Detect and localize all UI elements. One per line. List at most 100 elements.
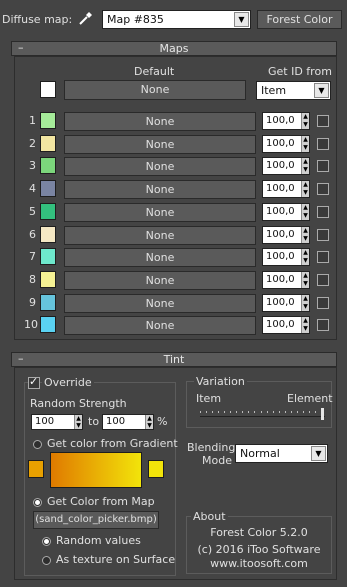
spinner-icon[interactable]: ▲ ▼ bbox=[301, 113, 309, 129]
eyedropper-icon[interactable] bbox=[77, 9, 95, 27]
map-row-button[interactable]: None bbox=[64, 157, 256, 176]
map-row-button[interactable]: None bbox=[64, 294, 256, 313]
spinner-icon[interactable]: ▲ ▼ bbox=[145, 415, 153, 429]
random-strength-label: Random Strength bbox=[30, 397, 127, 410]
gradient-radio[interactable] bbox=[33, 440, 42, 449]
get-id-dropdown[interactable]: Item ▼ bbox=[256, 81, 331, 100]
map-row-color-swatch[interactable] bbox=[40, 180, 56, 197]
map-row-color-swatch[interactable] bbox=[40, 157, 56, 174]
random-strength-from-value: 100 bbox=[35, 416, 55, 427]
map-row-button[interactable]: None bbox=[64, 180, 256, 199]
map-row-weight-spinner[interactable]: 100,0 ▲ ▼ bbox=[262, 294, 310, 312]
map-row-weight-spinner[interactable]: 100,0 ▲ ▼ bbox=[262, 203, 310, 221]
collapse-icon: – bbox=[18, 352, 24, 365]
map-row-weight-spinner[interactable]: 100,0 ▲ ▼ bbox=[262, 180, 310, 198]
map-row-button[interactable]: None bbox=[64, 271, 256, 290]
map-row-weight-spinner[interactable]: 100,0 ▲ ▼ bbox=[262, 157, 310, 175]
map-row-checkbox[interactable] bbox=[317, 319, 329, 331]
map-row-button[interactable]: None bbox=[64, 135, 256, 154]
map-row-weight-spinner[interactable]: 100,0 ▲ ▼ bbox=[262, 135, 310, 153]
gradient-preview[interactable] bbox=[50, 452, 142, 488]
map-row-color-swatch[interactable] bbox=[40, 226, 56, 243]
forest-color-button[interactable]: Forest Color bbox=[257, 10, 342, 29]
maps-rollout-header[interactable]: – Maps bbox=[11, 41, 337, 56]
collapse-icon: – bbox=[18, 41, 24, 54]
map-row-weight-value: 100,0 bbox=[266, 229, 295, 240]
slider-thumb[interactable] bbox=[321, 408, 324, 420]
map-row-color-swatch[interactable] bbox=[40, 316, 56, 333]
color-map-button[interactable]: (sand_color_picker.bmp) bbox=[33, 511, 159, 529]
map-row-button[interactable]: None bbox=[64, 112, 256, 131]
map-row-checkbox[interactable] bbox=[317, 206, 329, 218]
diffuse-map-dropdown[interactable]: Map #835 ▼ bbox=[102, 10, 251, 29]
spinner-icon[interactable]: ▲ ▼ bbox=[301, 227, 309, 243]
map-row-number: 10 bbox=[24, 318, 38, 331]
map-row-weight-spinner[interactable]: 100,0 ▲ ▼ bbox=[262, 271, 310, 289]
map-row-color-swatch[interactable] bbox=[40, 294, 56, 311]
spinner-icon[interactable]: ▲ ▼ bbox=[301, 158, 309, 174]
gradient-start-swatch[interactable] bbox=[28, 460, 44, 478]
gradient-end-swatch[interactable] bbox=[148, 460, 164, 478]
map-row-weight-value: 100,0 bbox=[266, 251, 295, 262]
spinner-icon[interactable]: ▲ ▼ bbox=[301, 317, 309, 333]
about-version: Forest Color 5.2.0 bbox=[210, 526, 308, 539]
spinner-icon[interactable]: ▲ ▼ bbox=[301, 204, 309, 220]
about-website[interactable]: www.itoosoft.com bbox=[186, 557, 332, 570]
maps-title: Maps bbox=[159, 42, 189, 55]
map-row-checkbox[interactable] bbox=[317, 115, 329, 127]
map-row-color-swatch[interactable] bbox=[40, 135, 56, 152]
override-label: Override bbox=[42, 376, 94, 389]
map-row-checkbox[interactable] bbox=[317, 183, 329, 195]
blending-mode-value: Normal bbox=[240, 447, 280, 460]
map-row-weight-spinner[interactable]: 100,0 ▲ ▼ bbox=[262, 226, 310, 244]
chevron-down-icon: ▼ bbox=[314, 83, 329, 98]
percent-label: % bbox=[157, 415, 168, 428]
map-row-checkbox[interactable] bbox=[317, 138, 329, 150]
chevron-down-icon: ▼ bbox=[311, 446, 326, 461]
get-id-from-label: Get ID from bbox=[268, 65, 332, 78]
spinner-icon[interactable]: ▲ ▼ bbox=[301, 272, 309, 288]
map-row-weight-spinner[interactable]: 100,0 ▲ ▼ bbox=[262, 248, 310, 266]
map-option-label: Get Color from Map bbox=[47, 495, 155, 508]
map-row-number: 9 bbox=[29, 296, 36, 309]
spinner-icon[interactable]: ▲ ▼ bbox=[301, 136, 309, 152]
map-row-button[interactable]: None bbox=[64, 248, 256, 267]
chevron-down-icon: ▼ bbox=[234, 12, 249, 27]
map-radio[interactable] bbox=[33, 498, 42, 507]
spinner-icon[interactable]: ▲ ▼ bbox=[301, 295, 309, 311]
spinner-icon[interactable]: ▲ ▼ bbox=[74, 415, 82, 429]
random-strength-to-input[interactable]: 100 ▲ ▼ bbox=[102, 414, 154, 430]
tint-rollout-header[interactable]: – Tint bbox=[11, 352, 337, 367]
map-row-checkbox[interactable] bbox=[317, 297, 329, 309]
map-row-checkbox[interactable] bbox=[317, 251, 329, 263]
map-row-number: 7 bbox=[29, 250, 36, 263]
map-row-weight-spinner[interactable]: 100,0 ▲ ▼ bbox=[262, 316, 310, 334]
map-row-color-swatch[interactable] bbox=[40, 203, 56, 220]
default-color-swatch[interactable] bbox=[40, 81, 56, 98]
tint-title: Tint bbox=[163, 353, 185, 366]
map-row-color-swatch[interactable] bbox=[40, 271, 56, 288]
random-strength-from-input[interactable]: 100 ▲ ▼ bbox=[31, 414, 83, 430]
variation-slider[interactable] bbox=[200, 408, 325, 420]
default-map-button[interactable]: None bbox=[64, 80, 246, 100]
map-row-checkbox[interactable] bbox=[317, 229, 329, 241]
texture-surface-radio[interactable] bbox=[42, 556, 51, 565]
map-row-checkbox[interactable] bbox=[317, 274, 329, 286]
map-row-weight-spinner[interactable]: 100,0 ▲ ▼ bbox=[262, 112, 310, 130]
blending-mode-dropdown[interactable]: Normal ▼ bbox=[235, 444, 328, 463]
map-row-weight-value: 100,0 bbox=[266, 206, 295, 217]
random-values-radio[interactable] bbox=[42, 537, 51, 546]
map-row-weight-value: 100,0 bbox=[266, 160, 295, 171]
variation-element-label: Element bbox=[287, 392, 333, 405]
map-row-checkbox[interactable] bbox=[317, 160, 329, 172]
spinner-icon[interactable]: ▲ ▼ bbox=[301, 249, 309, 265]
map-row-number: 1 bbox=[29, 114, 36, 127]
map-row-button[interactable]: None bbox=[64, 203, 256, 222]
map-row-weight-value: 100,0 bbox=[266, 183, 295, 194]
map-row-button[interactable]: None bbox=[64, 316, 256, 335]
override-checkbox[interactable] bbox=[28, 375, 40, 389]
map-row-button[interactable]: None bbox=[64, 226, 256, 245]
map-row-color-swatch[interactable] bbox=[40, 248, 56, 265]
spinner-icon[interactable]: ▲ ▼ bbox=[301, 181, 309, 197]
map-row-color-swatch[interactable] bbox=[40, 112, 56, 129]
